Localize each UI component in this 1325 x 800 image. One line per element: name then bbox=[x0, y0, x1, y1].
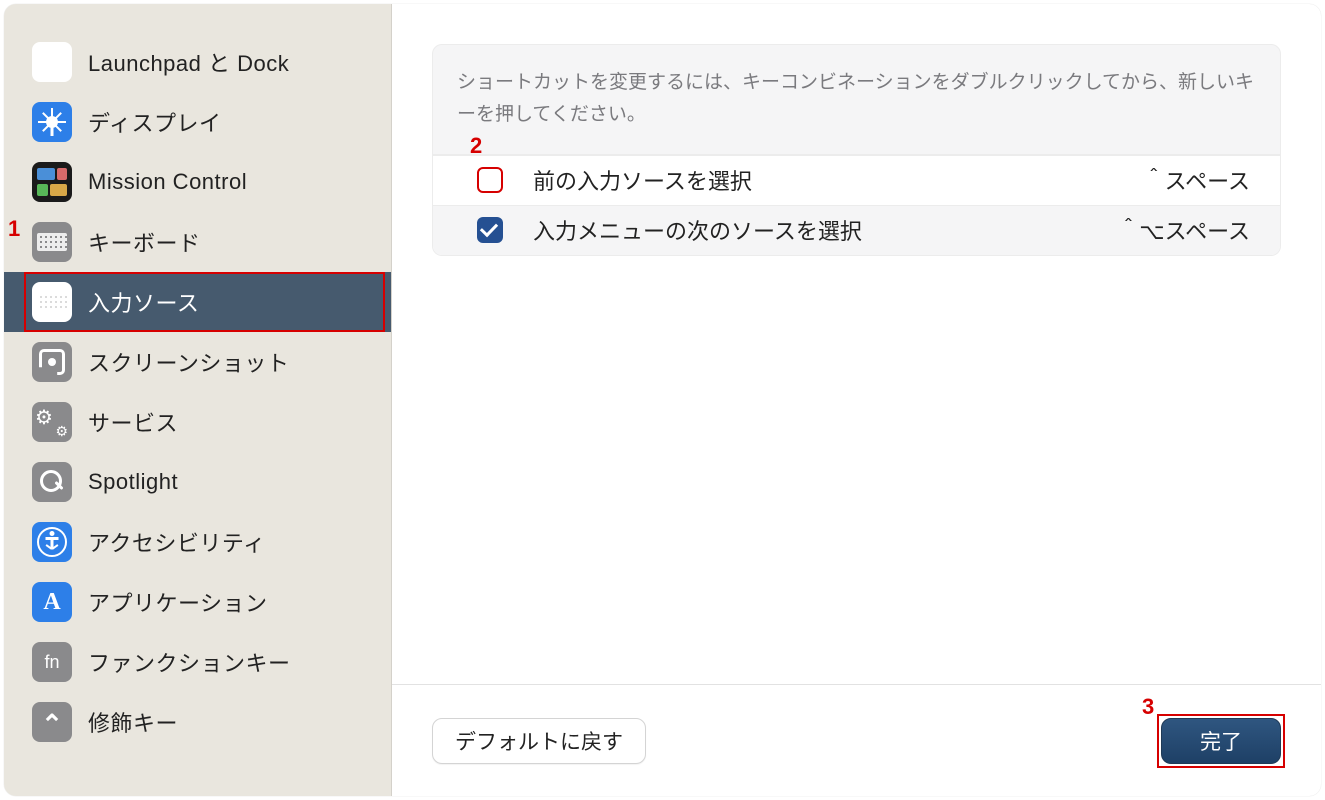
app-store-icon bbox=[32, 582, 72, 622]
sidebar-item-spotlight[interactable]: Spotlight bbox=[4, 452, 391, 512]
done-button[interactable]: 完了 bbox=[1161, 718, 1281, 764]
sidebar-item-services[interactable]: サービス bbox=[4, 392, 391, 452]
keyboard-icon bbox=[32, 222, 72, 262]
sidebar-item-label: ディスプレイ bbox=[88, 106, 221, 138]
sidebar-item-label: アクセシビリティ bbox=[88, 526, 266, 558]
sidebar-item-display[interactable]: ディスプレイ bbox=[4, 92, 391, 152]
restore-defaults-button[interactable]: デフォルトに戻す bbox=[432, 718, 646, 764]
sidebar-item-launchpad[interactable]: Launchpad と Dock bbox=[4, 32, 391, 92]
brightness-icon bbox=[32, 102, 72, 142]
sidebar-item-label: Spotlight bbox=[88, 469, 178, 495]
shortcut-keys[interactable]: ＾スペース bbox=[1143, 164, 1260, 196]
sidebar-item-mission-control[interactable]: Mission Control bbox=[4, 152, 391, 212]
help-text: ショートカットを変更するには、キーコンビネーションをダブルクリックしてから、新し… bbox=[432, 44, 1281, 155]
fn-key-icon: fn bbox=[32, 642, 72, 682]
launchpad-icon bbox=[32, 42, 72, 82]
checkbox-checked[interactable] bbox=[477, 217, 503, 243]
sidebar-item-input-sources[interactable]: 入力ソース bbox=[4, 272, 391, 332]
settings-window: Launchpad と Dock ディスプレイ Mission Control … bbox=[4, 4, 1321, 796]
shortcut-list: 前の入力ソースを選択 ＾スペース 入力メニューの次のソースを選択 ＾⌥スペース bbox=[432, 155, 1281, 256]
sidebar: Launchpad と Dock ディスプレイ Mission Control … bbox=[4, 4, 392, 796]
sidebar-item-label: Launchpad と Dock bbox=[88, 46, 289, 78]
modifier-key-icon bbox=[32, 702, 72, 742]
sidebar-item-app-shortcuts[interactable]: アプリケーション bbox=[4, 572, 391, 632]
mission-control-icon bbox=[32, 162, 72, 202]
sidebar-item-modifier-keys[interactable]: 修飾キー bbox=[4, 692, 391, 752]
gears-icon bbox=[32, 402, 72, 442]
shortcut-row-prev-input[interactable]: 前の入力ソースを選択 ＾スペース bbox=[433, 155, 1280, 205]
checkbox-unchecked[interactable] bbox=[477, 167, 503, 193]
shortcut-row-next-input[interactable]: 入力メニューの次のソースを選択 ＾⌥スペース bbox=[433, 205, 1280, 255]
sidebar-item-screenshots[interactable]: スクリーンショット bbox=[4, 332, 391, 392]
sidebar-item-label: サービス bbox=[88, 406, 178, 438]
sidebar-item-label: スクリーンショット bbox=[88, 346, 289, 378]
sidebar-item-label: 入力ソース bbox=[88, 286, 199, 318]
search-icon bbox=[32, 462, 72, 502]
accessibility-icon bbox=[32, 522, 72, 562]
shortcut-label: 入力メニューの次のソースを選択 bbox=[533, 214, 1117, 246]
shortcut-keys[interactable]: ＾⌥スペース bbox=[1117, 214, 1260, 246]
sidebar-item-label: アプリケーション bbox=[88, 586, 268, 618]
sidebar-item-label: Mission Control bbox=[88, 169, 247, 195]
content-area: ショートカットを変更するには、キーコンビネーションをダブルクリックしてから、新し… bbox=[392, 4, 1321, 796]
content-body: ショートカットを変更するには、キーコンビネーションをダブルクリックしてから、新し… bbox=[392, 4, 1321, 684]
footer: デフォルトに戻す 完了 bbox=[392, 684, 1321, 796]
sidebar-item-function-keys[interactable]: fn ファンクションキー bbox=[4, 632, 391, 692]
sidebar-item-label: キーボード bbox=[88, 226, 201, 258]
shortcut-label: 前の入力ソースを選択 bbox=[533, 164, 1143, 196]
sidebar-item-label: 修飾キー bbox=[88, 706, 178, 738]
sidebar-item-accessibility[interactable]: アクセシビリティ bbox=[4, 512, 391, 572]
screenshot-icon bbox=[32, 342, 72, 382]
sidebar-item-label: ファンクションキー bbox=[88, 646, 291, 678]
sidebar-item-keyboard[interactable]: キーボード bbox=[4, 212, 391, 272]
keyboard-icon bbox=[32, 282, 72, 322]
